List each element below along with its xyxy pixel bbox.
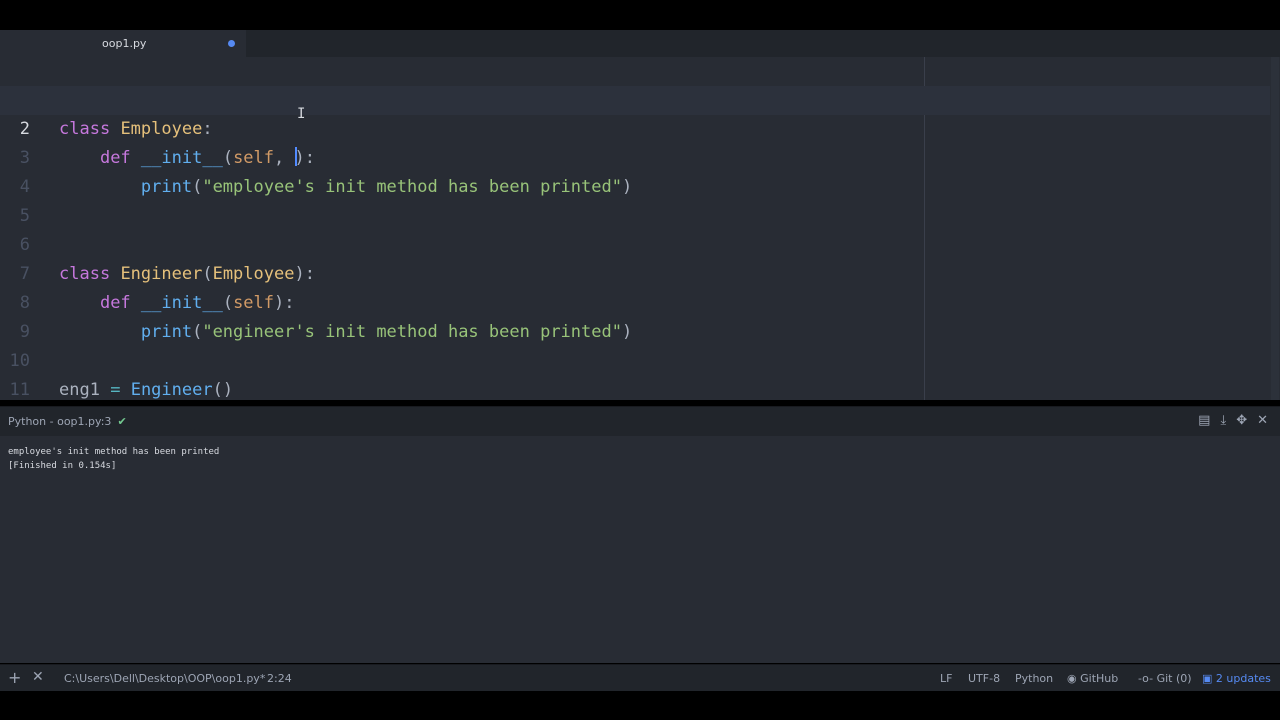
code-line[interactable]: 9 [0, 289, 1270, 342]
modified-indicator-icon[interactable] [228, 40, 235, 47]
line-ending[interactable]: LF [940, 672, 952, 685]
panel-toolbar: ▤ ⤓ ✥ ✕ [1188, 413, 1268, 428]
panel-title: Python - oop1.py:3 ✔ [8, 415, 127, 428]
github-icon: ◉ [1067, 672, 1077, 685]
updates-button[interactable]: ▣ 2 updates [1202, 672, 1271, 685]
output-line: [Finished in 0.154s] [8, 461, 117, 471]
file-path[interactable]: C:\Users\Dell\Desktop\OOP\oop1.py* [64, 672, 265, 685]
code-line[interactable]: 6 class Engineer(Employee): [0, 202, 1270, 284]
add-icon[interactable]: + [8, 668, 21, 687]
code-editor[interactable]: 1 class Employee: 2 def __init__(self, )… [0, 57, 1280, 400]
script-output-panel-header: Python - oop1.py:3 ✔ ▤ ⤓ ✥ ✕ [0, 406, 1280, 437]
cursor-position[interactable]: 2:24 [267, 672, 292, 685]
code-line[interactable]: 7 def __init__(self): [0, 231, 1270, 313]
code-line[interactable]: 4 [0, 144, 1270, 197]
code-line[interactable]: 3 print("employee's init method has been… [0, 115, 1270, 197]
tab-bar: oop1.py [0, 30, 1280, 57]
code-line[interactable]: 10 eng1 = Engineer() [0, 318, 1270, 400]
code-line[interactable]: 8 print("engineer's init method has been… [0, 260, 1270, 342]
git-button[interactable]: -o- Git (0) [1138, 672, 1192, 685]
code-text: eng1 = Engineer() [59, 380, 234, 400]
code-line[interactable]: 5 [0, 173, 1270, 226]
output-line: employee's init method has been printed [8, 447, 220, 457]
download-icon[interactable]: ⤓ [1220, 413, 1226, 428]
tab-oop1[interactable]: oop1.py [0, 30, 246, 57]
tab-title: oop1.py [102, 37, 147, 50]
check-icon: ✔ [117, 415, 127, 428]
git-commit-icon: -o- [1138, 672, 1154, 685]
editor-scrollbar[interactable] [1271, 57, 1279, 400]
window-bottom-bar [0, 691, 1280, 720]
status-bar: + ✕ C:\Users\Dell\Desktop\OOP\oop1.py* 2… [0, 664, 1280, 692]
move-panel-icon[interactable]: ✥ [1236, 413, 1247, 428]
close-panel-icon[interactable]: ✕ [1257, 413, 1268, 428]
grammar[interactable]: Python [1015, 672, 1053, 685]
close-icon[interactable]: ✕ [32, 669, 44, 685]
window-top-bar [0, 0, 1280, 30]
code-line[interactable]: 11 [0, 347, 1270, 400]
mouse-ibeam-cursor-icon: I [297, 106, 306, 122]
package-icon: ▣ [1202, 672, 1213, 685]
script-output[interactable]: employee's init method has been printed … [0, 436, 1280, 663]
encoding[interactable]: UTF-8 [968, 672, 1000, 685]
copy-output-icon[interactable]: ▤ [1198, 413, 1210, 428]
code-line[interactable]: 1 class Employee: [0, 57, 1270, 139]
github-button[interactable]: ◉ GitHub [1067, 672, 1118, 685]
code-line-active[interactable]: 2 def __init__(self, ): [0, 86, 1270, 168]
line-number: 11 [9, 380, 30, 400]
